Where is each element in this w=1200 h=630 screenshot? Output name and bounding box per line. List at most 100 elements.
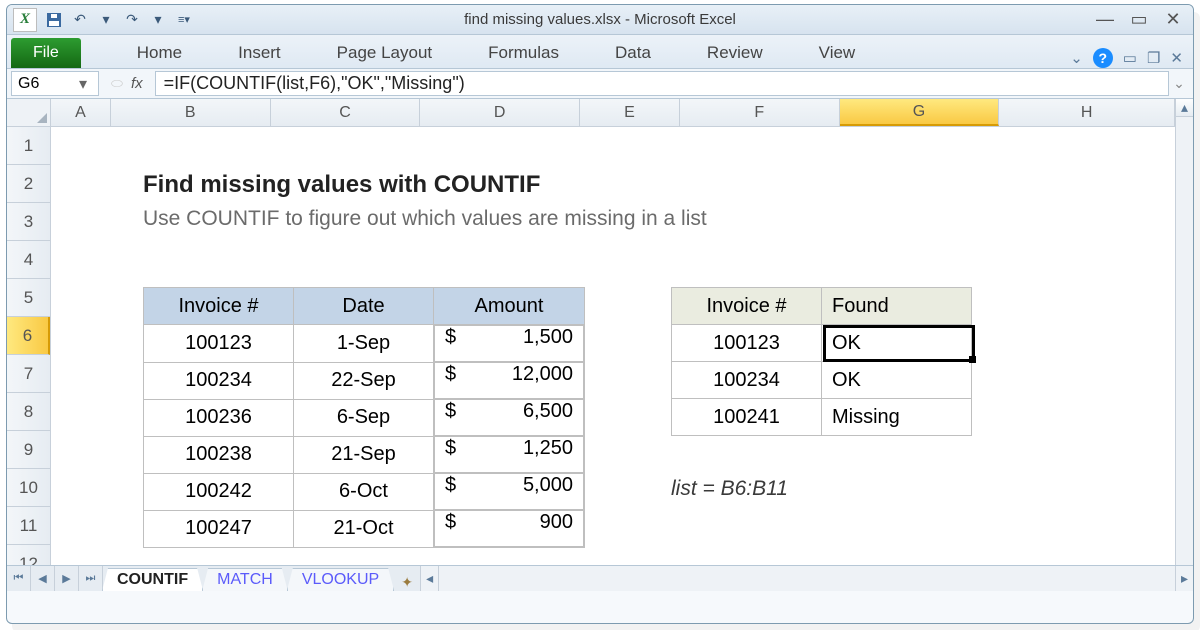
col-header[interactable]: H [999, 99, 1175, 126]
row-header[interactable]: 2 [7, 165, 50, 203]
ribbon-tab-formulas[interactable]: Formulas [460, 38, 587, 68]
qat-customize-icon[interactable]: ≡▾ [173, 9, 195, 31]
ribbon-tab-insert[interactable]: Insert [210, 38, 309, 68]
worksheet-subtitle: Use COUNTIF to figure out which values a… [143, 207, 707, 231]
scroll-up-icon[interactable]: ▴ [1176, 99, 1193, 117]
cancel-formula-icon[interactable]: ⬭ [111, 75, 123, 92]
col-header[interactable]: F [680, 99, 840, 126]
formula-bar-row: G6 ▾ ⬭ fx =IF(COUNTIF(list,F6),"OK","Mis… [7, 69, 1193, 99]
named-range-note: list = B6:B11 [671, 477, 788, 501]
row-header[interactable]: 9 [7, 431, 50, 469]
table-header: Found [822, 288, 972, 325]
select-all-button[interactable] [7, 99, 51, 127]
ribbon-tabs: File Home Insert Page Layout Formulas Da… [7, 35, 1193, 69]
formula-text: =IF(COUNTIF(list,F6),"OK","Missing") [164, 73, 465, 94]
chevron-down-icon[interactable]: ▾ [74, 74, 92, 94]
sheet-tab[interactable]: VLOOKUP [287, 568, 394, 591]
chevron-down-icon[interactable]: ▾ [95, 9, 117, 31]
horizontal-scrollbar[interactable]: ◂ ▸ [420, 566, 1193, 591]
scroll-right-icon[interactable]: ▸ [1175, 566, 1193, 591]
row-headers: 1 2 3 4 5 6 7 8 9 10 11 12 [7, 127, 51, 591]
fx-icon[interactable]: fx [131, 75, 143, 92]
formula-bar[interactable]: =IF(COUNTIF(list,F6),"OK","Missing") [155, 71, 1169, 96]
minimize-button[interactable]: — [1091, 11, 1119, 29]
vertical-scrollbar[interactable]: ▴ ▾ [1175, 99, 1193, 591]
cells-area[interactable]: Find missing values with COUNTIF Use COU… [51, 127, 1175, 591]
col-header[interactable]: E [580, 99, 680, 126]
chevron-down-icon[interactable]: ▾ [147, 9, 169, 31]
ribbon-tab-data[interactable]: Data [587, 38, 679, 68]
file-tab[interactable]: File [11, 38, 81, 68]
table-header: Invoice # [144, 288, 294, 325]
mdi-close-icon[interactable]: ✕ [1170, 49, 1183, 67]
table-header: Amount [434, 288, 585, 325]
table-row: 100241Missing [672, 399, 972, 436]
row-header[interactable]: 11 [7, 507, 50, 545]
lookup-table: Invoice # Found 100123OK 100234OK 100241… [671, 287, 972, 436]
sheet-tab-active[interactable]: COUNTIF [102, 568, 203, 591]
table-row: 100234OK [672, 362, 972, 399]
table-row: 1001231-Sep$1,500 [144, 325, 585, 363]
sheet-tabs: COUNTIF MATCH VLOOKUP ✦ [103, 566, 420, 591]
table-row: 100123OK [672, 325, 972, 362]
scroll-left-icon[interactable]: ◂ [421, 566, 439, 591]
dollar-sign: $ [445, 363, 467, 398]
mdi-minimize-icon[interactable]: ▭ [1123, 49, 1137, 67]
save-icon[interactable] [43, 9, 65, 31]
titlebar: X ↶ ▾ ↷ ▾ ≡▾ find missing values.xlsx - … [7, 5, 1193, 35]
ribbon-tab-view[interactable]: View [791, 38, 884, 68]
row-header[interactable]: 5 [7, 279, 50, 317]
worksheet-grid: A B C D E F G H 1 2 3 4 5 6 7 8 9 10 11 … [7, 99, 1193, 591]
ribbon-tab-review[interactable]: Review [679, 38, 791, 68]
col-header[interactable]: D [420, 99, 580, 126]
window-controls: — ▭ ✕ [1091, 11, 1187, 29]
redo-icon[interactable]: ↷ [121, 9, 143, 31]
prev-sheet-icon[interactable]: ◀ [31, 566, 55, 591]
table-header: Invoice # [672, 288, 822, 325]
row-header[interactable]: 4 [7, 241, 50, 279]
column-headers: A B C D E F G H [51, 99, 1175, 127]
sheet-tab-bar: ⏮ ◀ ▶ ⏭ COUNTIF MATCH VLOOKUP ✦ ◂ ▸ [7, 565, 1193, 591]
quick-access-toolbar: ↶ ▾ ↷ ▾ ≡▾ [43, 9, 195, 31]
ribbon-tab-pagelayout[interactable]: Page Layout [309, 38, 460, 68]
col-header-active[interactable]: G [840, 99, 1000, 126]
excel-window: X ↶ ▾ ↷ ▾ ≡▾ find missing values.xlsx - … [6, 4, 1194, 624]
first-sheet-icon[interactable]: ⏮ [7, 566, 31, 591]
table-row: 10023422-Sep$12,000 [144, 362, 585, 399]
row-header[interactable]: 3 [7, 203, 50, 241]
new-sheet-icon[interactable]: ✦ [394, 574, 420, 591]
dollar-sign: $ [445, 400, 467, 435]
col-header[interactable]: A [51, 99, 111, 126]
sheet-tab[interactable]: MATCH [202, 568, 288, 591]
col-header[interactable]: B [111, 99, 271, 126]
last-sheet-icon[interactable]: ⏭ [79, 566, 103, 591]
excel-app-icon: X [13, 8, 37, 32]
maximize-button[interactable]: ▭ [1125, 11, 1153, 29]
ribbon-minimize-icon[interactable]: ⌄ [1070, 49, 1083, 67]
name-box[interactable]: G6 ▾ [11, 71, 99, 96]
dollar-sign: $ [445, 511, 467, 546]
row-header[interactable]: 8 [7, 393, 50, 431]
sheet-nav-buttons: ⏮ ◀ ▶ ⏭ [7, 566, 103, 591]
close-button[interactable]: ✕ [1159, 11, 1187, 29]
next-sheet-icon[interactable]: ▶ [55, 566, 79, 591]
expand-formula-bar-icon[interactable]: ⌄ [1169, 71, 1189, 96]
name-box-value: G6 [18, 75, 39, 93]
table-row: 10024721-Oct$900 [144, 510, 585, 548]
help-icon[interactable]: ? [1093, 48, 1113, 68]
mdi-restore-icon[interactable]: ❐ [1147, 49, 1160, 67]
row-header[interactable]: 10 [7, 469, 50, 507]
row-header[interactable]: 1 [7, 127, 50, 165]
row-header[interactable]: 7 [7, 355, 50, 393]
invoice-table: Invoice # Date Amount 1001231-Sep$1,500 … [143, 287, 585, 548]
ribbon-tab-home[interactable]: Home [109, 38, 210, 68]
dollar-sign: $ [445, 437, 467, 472]
dollar-sign: $ [445, 474, 467, 509]
row-header-active[interactable]: 6 [7, 317, 50, 355]
undo-icon[interactable]: ↶ [69, 9, 91, 31]
table-row: 1002426-Oct$5,000 [144, 473, 585, 510]
table-row: 10023821-Sep$1,250 [144, 436, 585, 473]
table-header: Date [294, 288, 434, 325]
worksheet-title: Find missing values with COUNTIF [143, 171, 540, 199]
col-header[interactable]: C [271, 99, 421, 126]
